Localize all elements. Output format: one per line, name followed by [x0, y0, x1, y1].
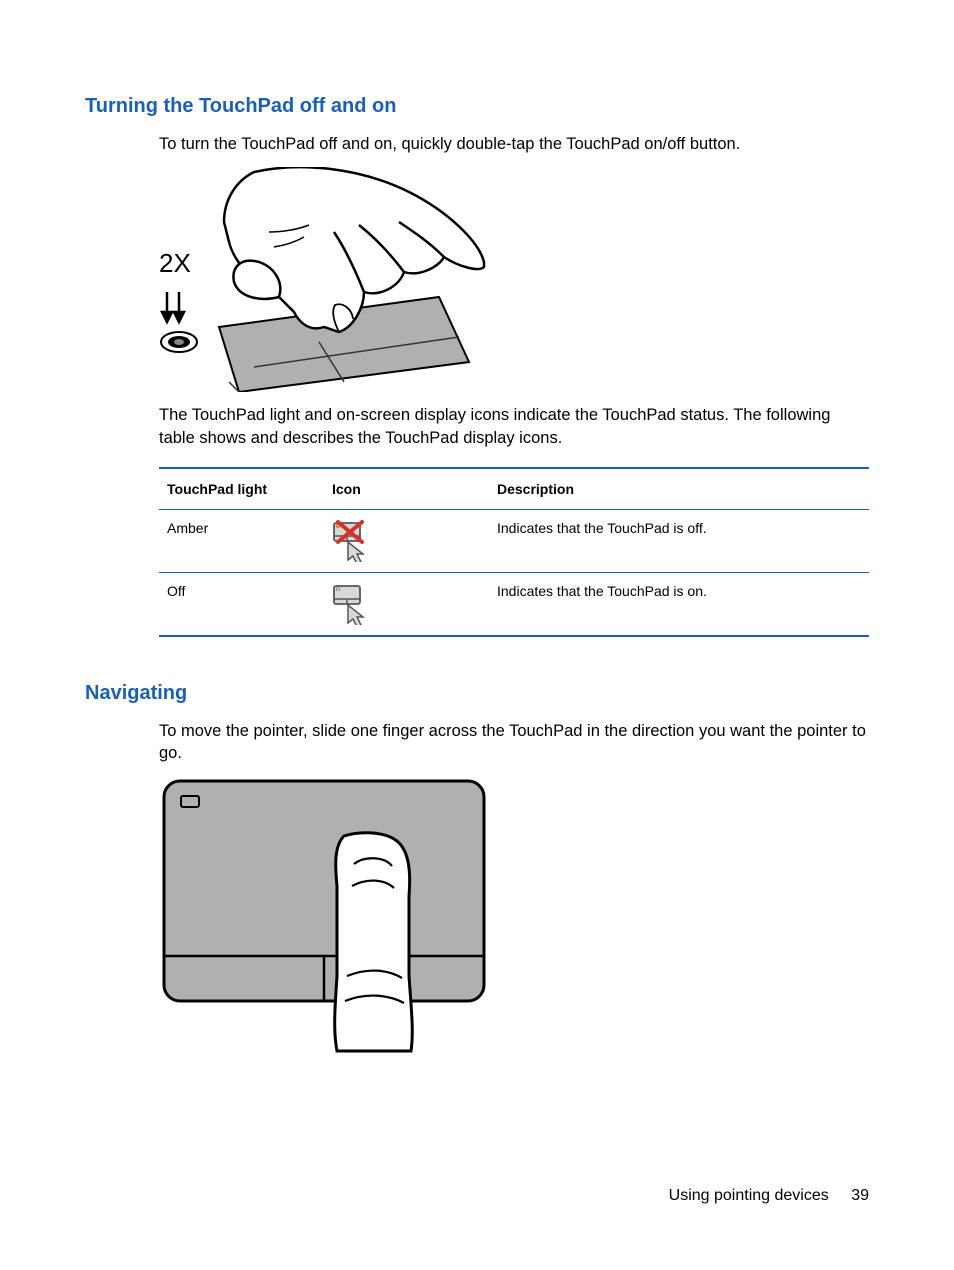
- th-icon: Icon: [324, 468, 489, 510]
- label-2x: 2X: [159, 248, 191, 278]
- footer-section-title: Using pointing devices: [669, 1187, 829, 1204]
- th-touchpad-light: TouchPad light: [159, 468, 324, 510]
- table-header-row: TouchPad light Icon Description: [159, 468, 869, 510]
- touchpad-off-icon: [332, 520, 378, 562]
- table-row: Off Indicates that the TouchPad is: [159, 572, 869, 636]
- th-description: Description: [489, 468, 869, 510]
- cell-icon-on: [324, 572, 489, 636]
- cell-light-off: Off: [159, 572, 324, 636]
- touchpad-on-icon: [332, 583, 378, 625]
- illustration-double-tap: 2X: [159, 167, 869, 392]
- footer-page-number: 39: [851, 1187, 869, 1204]
- cell-light-amber: Amber: [159, 509, 324, 572]
- cell-desc-on: Indicates that the TouchPad is on.: [489, 572, 869, 636]
- table-touchpad-icons: TouchPad light Icon Description Amber: [159, 467, 869, 637]
- illustration-navigating: [159, 776, 869, 1056]
- text-navigating-intro: To move the pointer, slide one finger ac…: [85, 720, 869, 765]
- cell-desc-off: Indicates that the TouchPad is off.: [489, 509, 869, 572]
- heading-turning-touchpad: Turning the TouchPad off and on: [85, 95, 869, 118]
- table-row: Amber: [159, 509, 869, 572]
- text-turning-intro: To turn the TouchPad off and on, quickly…: [85, 133, 869, 155]
- heading-navigating: Navigating: [85, 682, 869, 705]
- page-footer: Using pointing devices 39: [669, 1187, 869, 1205]
- text-table-intro: The TouchPad light and on-screen display…: [85, 404, 869, 449]
- cell-icon-off: [324, 509, 489, 572]
